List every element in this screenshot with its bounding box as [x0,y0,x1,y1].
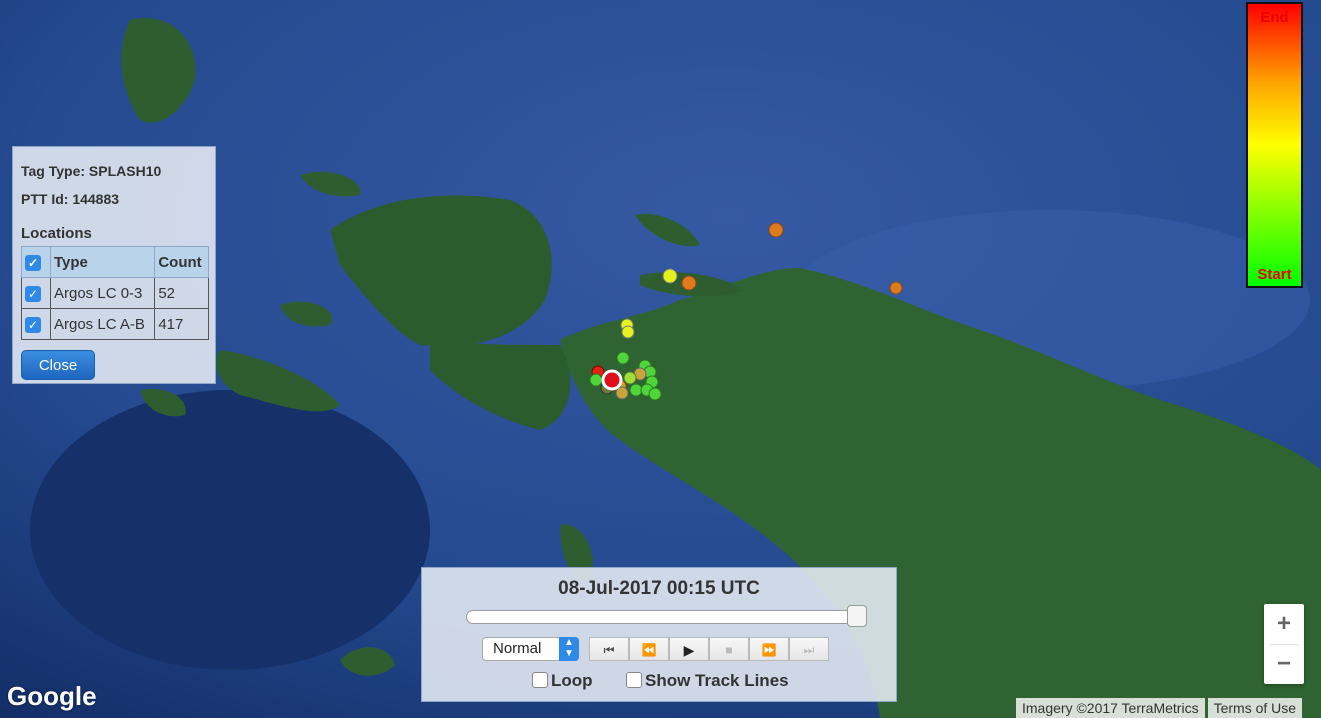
loop-checkbox[interactable] [532,672,548,688]
track-point [662,268,678,284]
track-point [889,281,903,295]
locations-table: ✓ Type Count ✓ Argos LC 0-3 52 ✓ Argos L… [21,246,209,340]
track-point [629,383,643,397]
playback-panel: 08-Jul-2017 00:15 UTC Normal ▲ ▼ ⏮ ⏪ ▶ ■ … [421,567,897,702]
location-type: Argos LC 0-3 [49,277,156,309]
skip-to-end-button[interactable]: ⏭ [789,637,829,661]
track-lines-label: Show Track Lines [645,671,789,690]
playback-date: 08-Jul-2017 00:15 UTC [558,578,760,599]
track-lines-option[interactable]: Show Track Lines [626,671,789,691]
type-column-header: Type [49,246,156,278]
loop-option[interactable]: Loop [532,671,593,691]
legend-start-label: Start [1257,266,1292,283]
count-column-header: Count [154,246,209,278]
zoom-out-button[interactable]: − [1264,644,1304,684]
select-arrows-icon: ▲ ▼ [559,637,579,661]
track-point [768,222,784,238]
play-button[interactable]: ▶ [669,637,709,661]
tag-type-label: Tag Type: SPLASH10 [21,163,162,179]
track-point [616,351,630,365]
stop-button[interactable]: ■ [709,637,749,661]
tag-info-panel: Tag Type: SPLASH10 PTT Id: 144883 Locati… [12,146,216,384]
zoom-divider [1270,644,1298,645]
select-all-checkbox[interactable]: ✓ [25,254,41,271]
playback-controls: ⏮ ⏪ ▶ ■ ⏩ ⏭ [589,637,829,661]
fast-forward-button[interactable]: ⏩ [749,637,789,661]
table-row: ✓ Argos LC A-B 417 [21,308,209,340]
locations-title: Locations [21,225,92,242]
time-slider-thumb[interactable] [847,605,867,627]
row-checkbox[interactable]: ✓ [25,285,41,302]
map-attribution: Imagery ©2017 TerraMetrics Terms of Use [1016,698,1303,718]
speed-select[interactable]: Normal ▲ ▼ [482,637,579,661]
track-lines-checkbox[interactable] [626,672,642,688]
rewind-button[interactable]: ⏪ [629,637,669,661]
track-point [589,373,603,387]
row-checkbox[interactable]: ✓ [25,316,41,333]
zoom-control: + − [1264,604,1304,684]
terms-of-use-link[interactable]: Terms of Use [1207,698,1303,718]
table-header: ✓ Type Count [21,246,209,278]
time-color-legend: End Start [1246,2,1303,288]
loop-label: Loop [551,671,593,690]
speed-value: Normal [493,640,542,657]
close-button[interactable]: Close [21,350,95,380]
location-type: Argos LC A-B [49,308,156,340]
imagery-credit: Imagery ©2017 TerraMetrics [1016,698,1205,718]
ptt-id-label: PTT Id: 144883 [21,191,120,207]
current-position-marker [601,369,623,391]
google-logo: Google [7,681,97,711]
track-point [623,371,637,385]
track-point [681,275,697,291]
location-count: 52 [154,277,209,309]
track-point [621,325,635,339]
zoom-in-button[interactable]: + [1264,604,1304,644]
table-row: ✓ Argos LC 0-3 52 [21,277,209,309]
track-point [648,387,662,401]
location-count: 417 [154,308,209,340]
time-slider-track[interactable] [466,610,866,624]
track-point [615,386,629,400]
legend-end-label: End [1260,9,1289,26]
skip-to-start-button[interactable]: ⏮ [589,637,629,661]
